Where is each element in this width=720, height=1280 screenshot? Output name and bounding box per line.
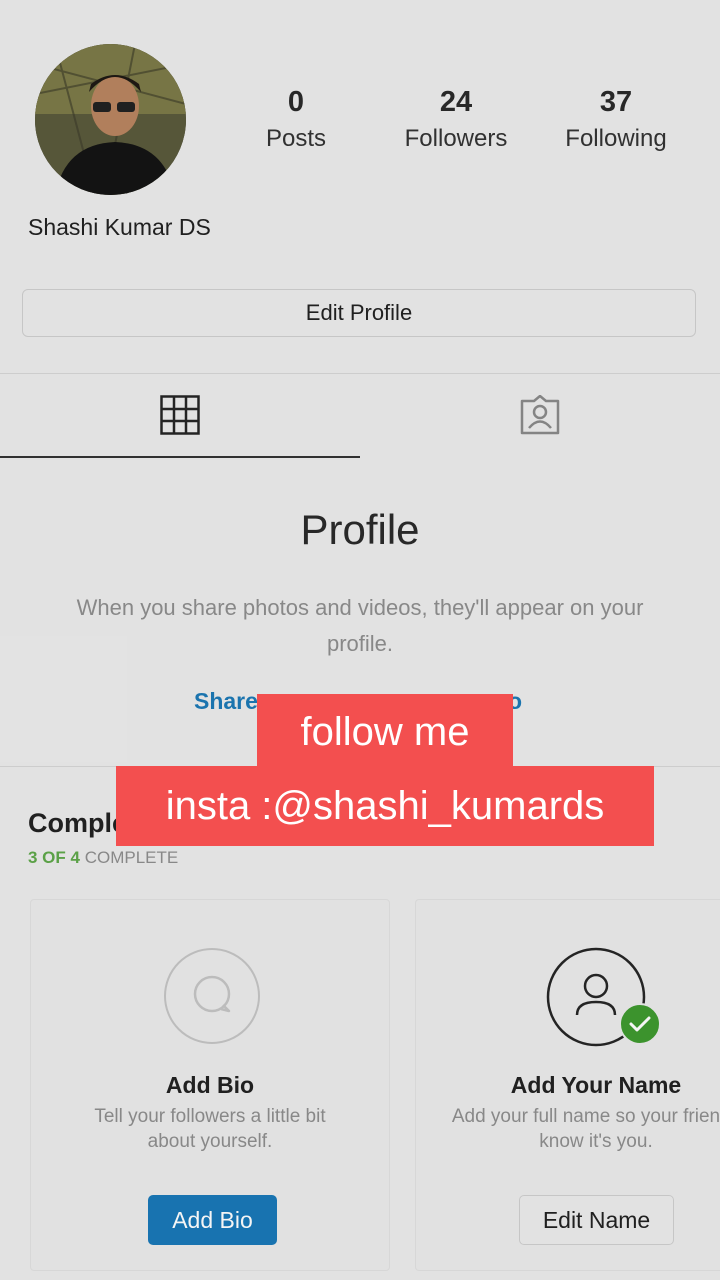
profile-avatar[interactable]	[35, 44, 186, 195]
profile-username: Shashi Kumar DS	[28, 214, 211, 240]
empty-state-title: Profile	[300, 506, 420, 553]
followers-stat[interactable]: 24 Followers	[386, 86, 526, 153]
followers-count: 24	[439, 86, 473, 118]
empty-state-description: When you share photos and videos, they'l…	[76, 595, 644, 656]
add-name-card: Add Your Name Add your full name so your…	[415, 899, 720, 1271]
posts-count: 0	[287, 86, 305, 118]
add-bio-description: Tell your followers a little bit about y…	[94, 1106, 326, 1152]
following-count: 37	[599, 86, 633, 118]
active-tab-indicator	[0, 456, 360, 458]
add-bio-card: Add Bio Tell your followers a little bit…	[30, 899, 390, 1271]
tab-tagged[interactable]	[360, 374, 720, 456]
posts-stat[interactable]: 0 Posts	[226, 86, 366, 153]
speech-bubble-icon	[164, 948, 260, 1044]
edit-name-button[interactable]: Edit Name	[519, 1195, 674, 1245]
following-stat[interactable]: 37 Following	[546, 86, 686, 153]
person-icon	[546, 947, 661, 1047]
complete-profile-title: Comple	[28, 808, 128, 838]
add-name-title: Add Your Name	[510, 1072, 682, 1098]
followers-label: Followers	[404, 125, 508, 152]
check-badge-icon	[619, 1003, 661, 1045]
caption-follow-me: follow me	[257, 694, 513, 770]
tagged-person-icon	[520, 395, 560, 435]
tab-grid[interactable]	[0, 374, 360, 456]
add-bio-button[interactable]: Add Bio	[148, 1195, 277, 1245]
caption-insta-handle: insta :@shashi_kumards	[116, 766, 654, 846]
progress-count: 3 OF 4	[28, 848, 80, 867]
avatar-photo	[35, 44, 186, 195]
posts-label: Posts	[265, 125, 327, 152]
grid-icon	[160, 395, 200, 435]
edit-profile-button[interactable]: Edit Profile	[22, 289, 696, 337]
add-name-description: Add your full name so your friends know …	[451, 1106, 720, 1152]
complete-profile-progress: 3 OF 4 COMPLETE	[28, 848, 178, 868]
progress-suffix: COMPLETE	[84, 848, 179, 867]
following-label: Following	[565, 125, 667, 152]
add-bio-title: Add Bio	[165, 1072, 255, 1098]
share-first-photo-link[interactable]: Share	[194, 688, 258, 715]
